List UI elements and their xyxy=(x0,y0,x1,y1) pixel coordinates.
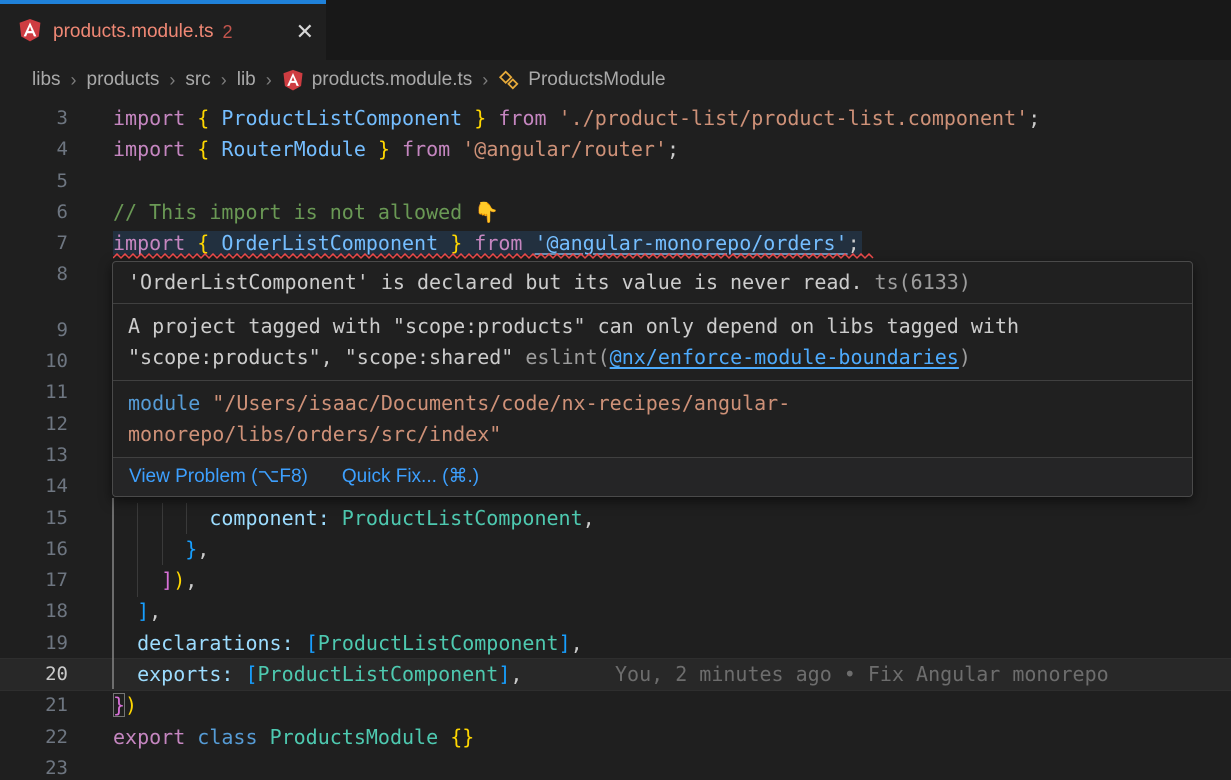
chevron-right-icon: › xyxy=(169,70,175,91)
tab-bar: products.module.ts 2 ✕ xyxy=(0,0,1231,60)
module-keyword: module xyxy=(128,391,200,415)
diagnostic-eslint-message: A project tagged with "scope:products" c… xyxy=(113,304,1192,381)
diagnostic-ts-message: 'OrderListComponent' is declared but its… xyxy=(113,262,1192,304)
code-line-17[interactable]: 17 ]), xyxy=(0,565,1231,596)
diagnostic-text: "scope:products", "scope:shared" xyxy=(128,345,525,369)
code-line-4[interactable]: 4 import { RouterModule } from '@angular/… xyxy=(0,134,1231,165)
error-hover-popup: 'OrderListComponent' is declared but its… xyxy=(112,261,1193,497)
line-number[interactable]: 21 xyxy=(0,690,68,721)
diagnostic-source: ) xyxy=(959,345,971,369)
tab-filename: products.module.ts xyxy=(53,21,214,43)
breadcrumb-item-lib[interactable]: lib xyxy=(237,69,256,91)
line-number[interactable]: 4 xyxy=(0,134,68,165)
hover-highlight: import { OrderListComponent } from '@ang… xyxy=(113,231,860,255)
breadcrumb-item-src[interactable]: src xyxy=(185,69,210,91)
code-line-21[interactable]: 21}) xyxy=(0,690,1231,721)
quick-fix-action[interactable]: Quick Fix... (⌘.) xyxy=(342,465,479,489)
line-number[interactable]: 10 xyxy=(0,346,68,377)
breadcrumb-label: ProductsModule xyxy=(528,69,665,91)
line-number[interactable]: 7 xyxy=(0,228,68,259)
view-problem-action[interactable]: View Problem (⌥F8) xyxy=(129,465,308,489)
line-content: ], xyxy=(113,596,161,627)
breadcrumb: libs › products › src › lib › products.module.t… xyxy=(0,60,1231,100)
line-number[interactable]: 22 xyxy=(0,722,68,753)
problems-badge: 2 xyxy=(223,22,233,43)
vscode-window: products.module.ts 2 ✕ libs › products › src… xyxy=(0,0,1231,780)
line-content: import { OrderListComponent } from '@ang… xyxy=(113,228,860,259)
line-content: // This import is not allowed 👇 xyxy=(113,197,499,228)
line-number[interactable]: 13 xyxy=(0,440,68,471)
code-line-15[interactable]: 15 component: ProductListComponent, xyxy=(0,503,1231,534)
line-number[interactable]: 6 xyxy=(0,197,68,228)
chevron-right-icon: › xyxy=(482,70,488,91)
code-line-20[interactable]: 20 exports: [ProductListComponent],You, … xyxy=(0,659,1231,690)
line-number[interactable]: 19 xyxy=(0,628,68,659)
close-icon[interactable]: ✕ xyxy=(296,21,314,43)
indent-guide xyxy=(162,503,163,565)
breadcrumb-label: products.module.ts xyxy=(312,69,473,91)
breadcrumb-item-products[interactable]: products xyxy=(87,69,160,91)
angular-file-icon xyxy=(18,18,42,47)
code-line-22[interactable]: 22 export class ProductsModule {} xyxy=(0,722,1231,753)
breadcrumb-item-products-module-ts[interactable]: products.module.ts xyxy=(282,69,473,91)
code-line-16[interactable]: 16 }, xyxy=(0,534,1231,565)
breadcrumb-item-productsmodule[interactable]: ProductsModule xyxy=(498,69,665,91)
line-content: declarations: [ProductListComponent], xyxy=(113,628,583,659)
diagnostic-source: ts(6133) xyxy=(863,270,971,294)
angular-icon xyxy=(282,69,304,91)
line-number[interactable]: 8 xyxy=(0,259,68,290)
line-content: }) xyxy=(113,690,137,721)
diagnostic-source: eslint( xyxy=(525,345,609,369)
breadcrumb-label: products xyxy=(87,69,160,91)
line-number[interactable]: 12 xyxy=(0,409,68,440)
class-icon xyxy=(498,69,520,91)
chevron-right-icon: › xyxy=(266,70,272,91)
line-content: exports: [ProductListComponent],You, 2 m… xyxy=(113,659,522,690)
line-number[interactable]: 3 xyxy=(0,103,68,134)
line-number[interactable]: 18 xyxy=(0,596,68,627)
code-line-5[interactable]: 5 xyxy=(0,166,1231,197)
code-line-3[interactable]: 3 import { ProductListComponent } from '.… xyxy=(0,103,1231,134)
line-number[interactable]: 9 xyxy=(0,315,68,346)
chevron-right-icon: › xyxy=(221,70,227,91)
diagnostic-text: 'OrderListComponent' is declared but its… xyxy=(128,270,863,294)
module-path: "/Users/isaac/Documents/code/nx-recipes/… xyxy=(200,391,790,415)
line-content: import { ProductListComponent } from './… xyxy=(113,103,1040,134)
line-number[interactable]: 20 xyxy=(0,659,68,690)
tab-products-module[interactable]: products.module.ts 2 ✕ xyxy=(0,0,326,60)
line-number[interactable]: 14 xyxy=(0,471,68,502)
git-blame-annotation: You, 2 minutes ago • Fix Angular monorep… xyxy=(615,659,1109,690)
breadcrumb-label: src xyxy=(185,69,210,91)
line-number[interactable]: 23 xyxy=(0,753,68,780)
line-number[interactable]: 16 xyxy=(0,534,68,565)
module-info: module "/Users/isaac/Documents/code/nx-r… xyxy=(113,381,1192,458)
diagnostic-text: A project tagged with "scope:products" c… xyxy=(128,311,1177,342)
indent-guide xyxy=(137,503,138,597)
code-line-7[interactable]: 7 import { OrderListComponent } from '@an… xyxy=(0,228,1231,259)
breadcrumb-label: libs xyxy=(32,69,61,91)
breadcrumb-label: lib xyxy=(237,69,256,91)
line-content: import { RouterModule } from '@angular/r… xyxy=(113,134,679,165)
line-content: ]), xyxy=(113,565,197,596)
chevron-right-icon: › xyxy=(71,70,77,91)
line-number[interactable]: 11 xyxy=(0,377,68,408)
code-line-18[interactable]: 18 ], xyxy=(0,596,1231,627)
indent-guide xyxy=(186,503,187,534)
hover-action-bar: View Problem (⌥F8) Quick Fix... (⌘.) xyxy=(113,458,1192,496)
code-line-6[interactable]: 6 // This import is not allowed 👇 xyxy=(0,197,1231,228)
line-number[interactable]: 5 xyxy=(0,166,68,197)
module-path: monorepo/libs/orders/src/index" xyxy=(128,422,501,446)
code-line-23[interactable]: 23 xyxy=(0,753,1231,780)
breadcrumb-item-libs[interactable]: libs xyxy=(32,69,61,91)
eslint-rule-link[interactable]: @nx/enforce-module-boundaries xyxy=(610,345,959,369)
active-indent-guide xyxy=(112,498,114,689)
line-number[interactable]: 17 xyxy=(0,565,68,596)
line-number[interactable]: 15 xyxy=(0,503,68,534)
line-content: export class ProductsModule {} xyxy=(113,722,474,753)
code-line-19[interactable]: 19 declarations: [ProductListComponent], xyxy=(0,628,1231,659)
